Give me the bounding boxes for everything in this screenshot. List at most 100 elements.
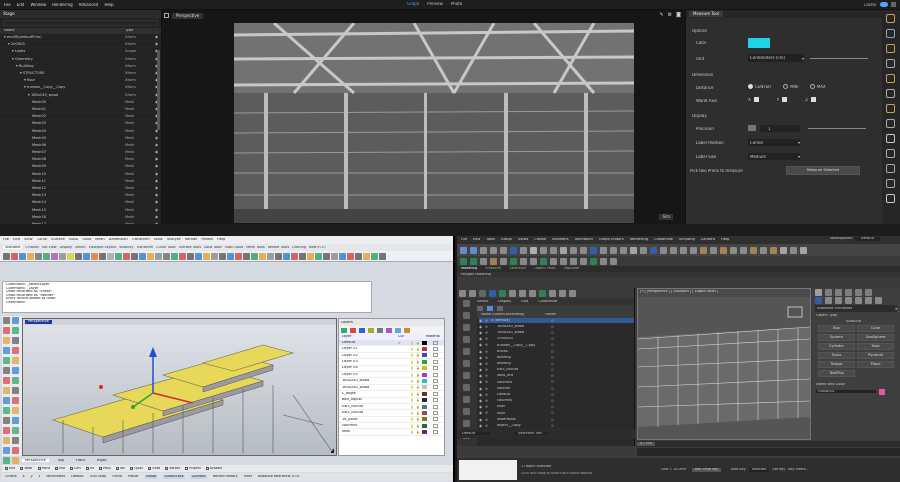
rhino-left-tool-icon[interactable] bbox=[12, 317, 19, 324]
radio-center[interactable] bbox=[748, 84, 753, 89]
layer-material-swatch[interactable] bbox=[433, 404, 438, 409]
osnap-option[interactable]: Quad bbox=[130, 467, 143, 470]
rhino-tool-icon[interactable] bbox=[235, 252, 242, 260]
visibility-eye-icon[interactable]: ◉ bbox=[155, 200, 161, 204]
rhino-viewport-tab[interactable]: Front bbox=[73, 459, 88, 463]
set-key-button[interactable]: Set Key bbox=[772, 468, 785, 471]
visibility-eye-icon[interactable]: ◉ bbox=[155, 179, 161, 183]
precision-slider[interactable] bbox=[808, 128, 866, 129]
max-tool-icon[interactable] bbox=[490, 246, 497, 254]
explorer-tool-icon[interactable] bbox=[459, 289, 466, 297]
primitive-button[interactable]: Torus bbox=[818, 352, 855, 359]
name-color-header[interactable]: Name and Color bbox=[812, 383, 900, 387]
stage-row[interactable]: Mesh15 Mesh ◉ bbox=[0, 207, 161, 214]
stage-search-input[interactable] bbox=[3, 20, 158, 26]
layer-material-swatch[interactable] bbox=[433, 385, 438, 390]
layer-color-swatch[interactable] bbox=[422, 366, 427, 371]
layer-tool-icon[interactable] bbox=[395, 327, 401, 333]
primitive-button[interactable]: Box bbox=[818, 325, 855, 332]
max-ribbon-tab[interactable]: Selection bbox=[509, 267, 526, 271]
stage-row[interactable]: ▾ STRUCTUREXform◉ bbox=[0, 70, 161, 78]
rhino-tool-icon[interactable] bbox=[75, 252, 82, 260]
layer-material-swatch[interactable] bbox=[433, 372, 438, 377]
rhino-menu-item[interactable]: Analyze bbox=[167, 238, 181, 242]
cache-toggle[interactable] bbox=[880, 2, 888, 7]
time-slider-value[interactable]: 0 / 100 bbox=[637, 442, 655, 446]
stage-row[interactable]: ▾ floorXform◉ bbox=[0, 77, 161, 85]
max-tool-icon[interactable] bbox=[640, 246, 647, 254]
max-tool-icon[interactable] bbox=[760, 246, 767, 254]
options-header[interactable]: Options bbox=[692, 29, 707, 33]
layer-material-swatch[interactable] bbox=[433, 423, 438, 428]
rhino-menu-item[interactable]: Solid bbox=[82, 238, 91, 242]
rhino-left-tool-icon[interactable] bbox=[3, 327, 10, 334]
rhino-left-tool-icon[interactable] bbox=[3, 387, 10, 394]
frozen-icon[interactable]: ⊙ bbox=[551, 380, 559, 384]
max-menu-item[interactable]: Animation bbox=[575, 238, 593, 242]
rhino-tab[interactable]: CPlanes bbox=[25, 246, 38, 249]
max-tool-icon[interactable] bbox=[700, 246, 707, 254]
max-tool-icon[interactable] bbox=[540, 246, 547, 254]
stage-row[interactable]: Mesh13 Mesh ◉ bbox=[0, 192, 161, 200]
explorer-tool-icon[interactable] bbox=[539, 289, 546, 297]
explorer-tool-icon[interactable] bbox=[549, 289, 556, 297]
rhino-left-tool-icon[interactable] bbox=[3, 417, 10, 424]
stage-row[interactable]: Mesh12 Mesh ◉ bbox=[0, 185, 161, 193]
rhino-left-tool-icon[interactable] bbox=[12, 357, 19, 364]
rhino-tool-icon[interactable] bbox=[283, 252, 290, 260]
frozen-icon[interactable]: ⊙ bbox=[551, 337, 559, 341]
tool-icon[interactable] bbox=[886, 74, 895, 83]
osnap-checkbox[interactable] bbox=[148, 467, 152, 470]
maxscript-listener[interactable] bbox=[459, 460, 517, 480]
track-bar[interactable] bbox=[637, 448, 900, 456]
color-swatch[interactable] bbox=[748, 38, 770, 48]
layer-color-swatch[interactable] bbox=[422, 385, 427, 390]
layer-material-swatch[interactable] bbox=[433, 398, 438, 403]
axis-x-checkbox[interactable] bbox=[753, 97, 759, 102]
object-type-header[interactable]: Object Type bbox=[812, 314, 900, 318]
max-menu-item[interactable]: Views bbox=[518, 238, 528, 242]
stage-row[interactable]: ▾ LooksScope◉ bbox=[0, 48, 161, 56]
layer-material-swatch[interactable] bbox=[433, 366, 438, 371]
max-tool-icon[interactable] bbox=[500, 246, 507, 254]
rhino-status-item[interactable]: Record History bbox=[213, 475, 238, 478]
mode-graph[interactable]: Graph bbox=[407, 2, 419, 6]
layer-tool-icon[interactable] bbox=[359, 327, 365, 333]
rhino-tool-icon[interactable] bbox=[371, 252, 378, 260]
workspace-dropdown[interactable]: Default bbox=[854, 237, 880, 241]
osnap-option[interactable]: Vertex bbox=[165, 467, 180, 470]
visibility-eye-icon[interactable]: ◉ bbox=[155, 35, 161, 39]
rhino-menu-item[interactable]: Edit bbox=[13, 238, 20, 242]
max-menu-item[interactable]: Help bbox=[721, 238, 729, 242]
frozen-icon[interactable]: ⊙ bbox=[551, 387, 559, 391]
layer-color-swatch[interactable] bbox=[422, 372, 427, 377]
layer-tool-icon[interactable] bbox=[386, 327, 392, 333]
rhino-menu-item[interactable]: Tools bbox=[154, 238, 163, 242]
frozen-icon[interactable]: ⊙ bbox=[551, 319, 559, 323]
primitive-button[interactable]: Pyramid bbox=[857, 352, 894, 359]
max-tool-icon[interactable] bbox=[520, 246, 527, 254]
max-tool-icon[interactable] bbox=[610, 246, 617, 254]
explorer-tool-icon[interactable] bbox=[479, 289, 486, 297]
tool-icon[interactable] bbox=[886, 134, 895, 143]
rhino-tool-icon[interactable] bbox=[11, 252, 18, 260]
frozen-icon[interactable]: ⊙ bbox=[551, 368, 559, 372]
command-panel-tab-icon[interactable] bbox=[865, 288, 872, 296]
rhino-menu-item[interactable]: View bbox=[24, 238, 33, 242]
camera-dropdown[interactable]: Perspective bbox=[172, 12, 204, 19]
explorer-tool-icon[interactable] bbox=[499, 289, 506, 297]
rhino-left-tool-icon[interactable] bbox=[3, 357, 10, 364]
rhino-tool-icon[interactable] bbox=[379, 252, 386, 260]
stage-row[interactable]: Mesh00Mesh◉ bbox=[0, 99, 161, 106]
primitive-button[interactable]: Cylinder bbox=[818, 343, 855, 350]
frozen-icon[interactable]: ⊙ bbox=[551, 331, 559, 335]
rhino-menu-item[interactable]: Transform bbox=[132, 238, 150, 242]
rhino-left-tool-icon[interactable] bbox=[12, 417, 19, 424]
rhino-tool-icon[interactable] bbox=[291, 252, 298, 260]
osnap-option[interactable]: Perp bbox=[99, 467, 111, 470]
max-menu-item[interactable]: Content bbox=[701, 238, 715, 242]
object-color-swatch[interactable] bbox=[879, 388, 885, 395]
rhino-viewport-tab[interactable]: Right bbox=[94, 459, 109, 463]
max-tool-icon[interactable] bbox=[790, 246, 797, 254]
header-name-sorted[interactable]: Name (Sorted Ascending) bbox=[481, 313, 545, 316]
